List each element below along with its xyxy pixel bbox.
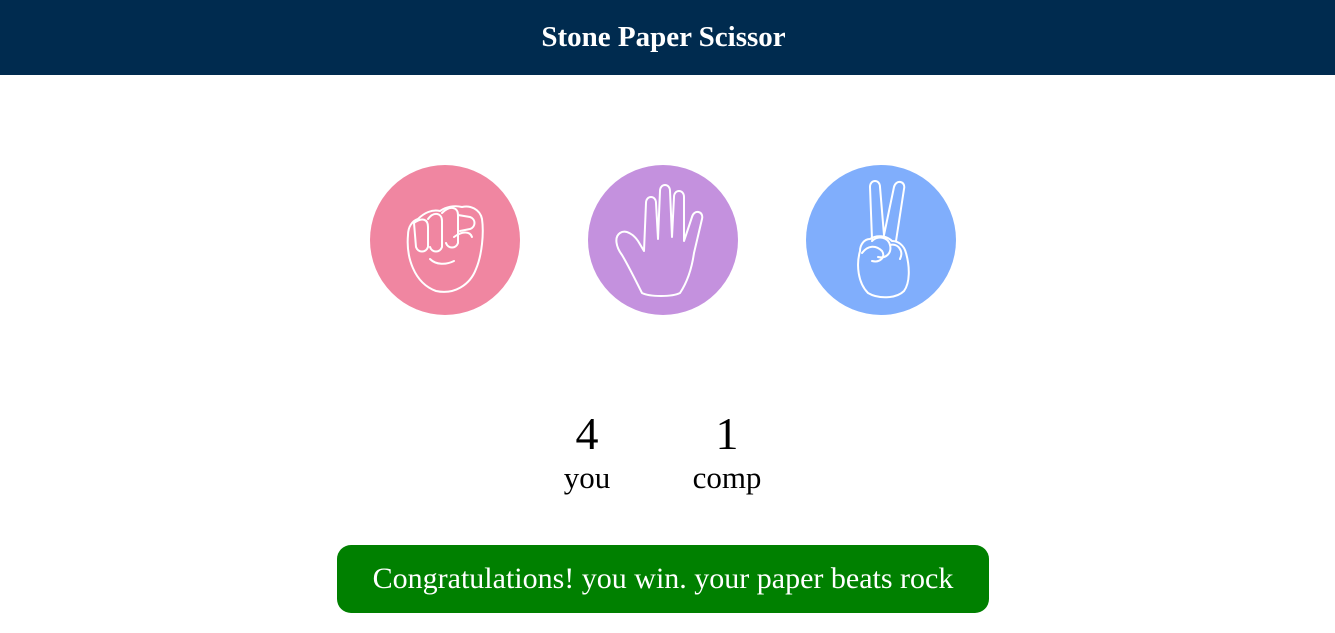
user-score: 4 you xyxy=(527,408,647,496)
comp-score: 1 comp xyxy=(667,408,787,496)
open-hand-icon xyxy=(615,184,704,297)
result-message: Congratulations! you win. your paper bea… xyxy=(337,545,989,613)
comp-score-label: comp xyxy=(692,460,762,495)
user-score-value: 4 xyxy=(575,408,599,459)
peace-hand-icon xyxy=(857,180,910,299)
paper-choice-button[interactable] xyxy=(588,165,738,315)
page-title: Stone Paper Scissor xyxy=(541,21,786,53)
user-score-label: you xyxy=(563,460,611,495)
comp-score-value: 1 xyxy=(715,408,739,459)
scissors-choice-button[interactable] xyxy=(806,165,956,315)
app-header: Stone Paper Scissor xyxy=(0,0,1335,75)
rock-choice-button[interactable] xyxy=(370,165,520,315)
fist-icon xyxy=(406,205,484,293)
